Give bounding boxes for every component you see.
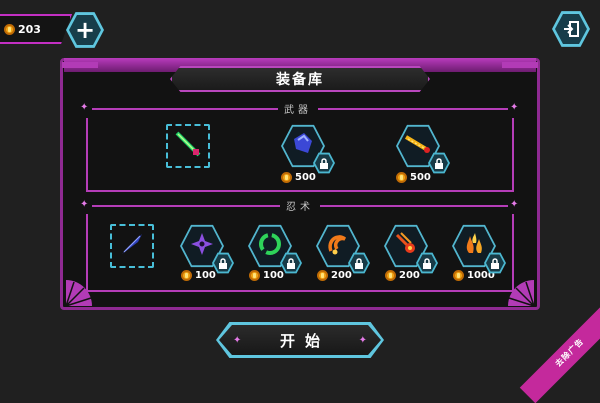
price-value: 200 [331, 270, 352, 281]
lock-icon [430, 154, 448, 172]
ninjutsu-slot-green-ring[interactable] [248, 224, 302, 274]
lock-icon [350, 254, 368, 272]
panel-title-text: 装备库 [276, 72, 324, 88]
price-value: 200 [399, 270, 420, 281]
price-tag: 100 [181, 270, 216, 281]
start-button-inner: ✦ 开始 ✦ [219, 325, 381, 355]
fan-decoration [508, 280, 535, 307]
sparkle-icon: ✦ [358, 334, 367, 346]
lock-icon [214, 254, 232, 272]
price-tag: 200 [317, 270, 352, 281]
sparkle-icon: ✦ [510, 102, 519, 113]
price-tag: 100 [249, 270, 284, 281]
coin-icon [385, 270, 396, 281]
coin-amount: 203 [18, 22, 41, 36]
divider [512, 118, 514, 190]
add-coins-button[interactable]: + [66, 12, 104, 48]
coin-icon [249, 270, 260, 281]
sparkle-icon: ✦ [80, 102, 89, 113]
lock-icon [418, 254, 436, 272]
coin-icon [453, 270, 464, 281]
coin-icon [181, 270, 192, 281]
coin-icon [4, 23, 15, 35]
ninjutsu-slot-kunai[interactable] [110, 224, 154, 268]
divider [86, 118, 88, 190]
sparkle-icon: ✦ [80, 199, 89, 210]
weapon-slot-flame-blade[interactable] [396, 124, 450, 174]
divider [86, 190, 514, 192]
price-tag: 1000 [453, 270, 495, 281]
coin-counter: 203 [0, 14, 72, 44]
ninjutsu-slot-shuriken[interactable] [180, 224, 234, 274]
divider [86, 290, 514, 292]
exit-icon [555, 13, 587, 45]
flame-blade-icon [404, 133, 432, 159]
sparkle-icon: ✦ [233, 334, 242, 346]
kunai-icon [118, 230, 146, 262]
price-value: 500 [410, 172, 431, 183]
price-tag: 500 [396, 172, 431, 183]
price-value: 100 [195, 270, 216, 281]
lock-icon [486, 254, 504, 272]
start-button[interactable]: ✦ 开始 ✦ [216, 322, 384, 358]
price-value: 100 [263, 270, 284, 281]
sparkle-icon: ✦ [510, 199, 519, 210]
flames-icon [461, 231, 487, 261]
fireballs-icon [393, 231, 419, 261]
coin-icon [281, 172, 292, 183]
coin-icon [317, 270, 328, 281]
price-tag: 500 [281, 172, 316, 183]
shuriken-icon [190, 232, 214, 260]
weapons-label: 武器 [278, 101, 318, 116]
remove-ads-button[interactable]: 去除广告 [519, 302, 600, 403]
lock-icon [282, 254, 300, 272]
start-label: 开始 [279, 331, 330, 350]
weapon-slot-green-sword[interactable] [166, 124, 210, 168]
weapon-slot-blue-gauntlet[interactable] [281, 124, 335, 174]
price-tag: 200 [385, 270, 420, 281]
fire-swirl-icon [325, 231, 351, 261]
panel-title: 装备库 [170, 66, 430, 92]
ninjutsu-slot-fireballs[interactable] [384, 224, 438, 274]
green-ring-icon [257, 231, 283, 261]
ninjutsu-label: 忍术 [280, 198, 320, 213]
blue-gauntlet-icon [290, 131, 316, 161]
green-sword-icon [173, 129, 203, 163]
exit-button[interactable] [552, 11, 590, 47]
fan-decoration [65, 280, 92, 307]
lock-icon [315, 154, 333, 172]
plus-icon: + [69, 14, 101, 46]
decoration [502, 62, 538, 68]
ninjutsu-slot-flames[interactable] [452, 224, 506, 274]
price-value: 500 [295, 172, 316, 183]
ninjutsu-slot-fire-swirl[interactable] [316, 224, 370, 274]
decoration [62, 62, 98, 68]
coin-icon [396, 172, 407, 183]
